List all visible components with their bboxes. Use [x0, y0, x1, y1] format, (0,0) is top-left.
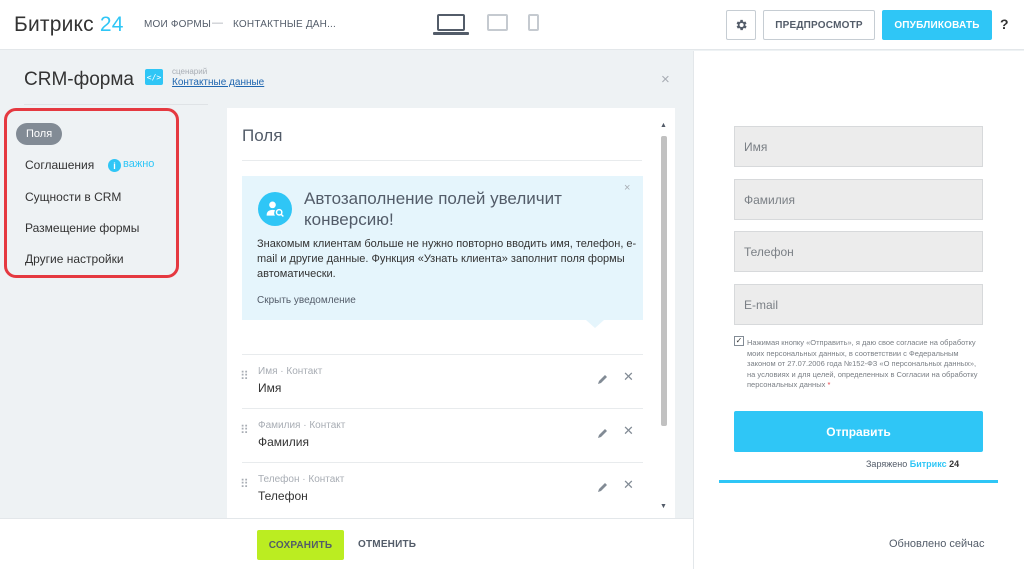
card-divider: [242, 160, 642, 161]
save-button[interactable]: СОХРАНИТЬ: [257, 530, 344, 560]
form-preview: Имя Фамилия Телефон E-mail ✓ Нажимая кно…: [693, 51, 1024, 569]
field-name: Телефон: [258, 489, 308, 503]
preview-surname-field[interactable]: Фамилия: [734, 179, 983, 220]
breadcrumb-separator: —: [212, 17, 223, 29]
breadcrumb-current-form[interactable]: КОНТАКТНЫЕ ДАН...: [233, 19, 336, 30]
logo-number: 24: [99, 13, 124, 36]
preview-submit-button[interactable]: Отправить: [734, 411, 983, 452]
title-divider: [24, 104, 208, 105]
delete-icon[interactable]: ✕: [623, 423, 634, 439]
nav-item-agreements[interactable]: Соглашения: [25, 158, 94, 172]
drag-handle-icon[interactable]: ⠿: [240, 370, 249, 382]
field-row[interactable]: ⠿ Телефон · Контакт Телефон ✕: [240, 462, 643, 516]
delete-icon[interactable]: ✕: [623, 369, 634, 385]
scenario-caption: сценарий: [172, 67, 208, 76]
powered-by[interactable]: Заряжено Битрикс 24: [866, 459, 959, 469]
field-caption: Телефон · Контакт: [258, 474, 345, 485]
field-caption: Фамилия · Контакт: [258, 420, 346, 431]
close-icon[interactable]: ×: [661, 71, 670, 88]
scroll-up-icon[interactable]: ▲: [660, 122, 667, 129]
phone-icon[interactable]: [528, 14, 539, 31]
scroll-thumb[interactable]: [661, 136, 667, 426]
delete-icon[interactable]: ✕: [623, 477, 634, 493]
hint-title: Автозаполнение полей увеличит конверсию!: [304, 189, 562, 229]
updated-status: Обновлено сейчас: [889, 538, 985, 550]
field-name: Имя: [258, 381, 282, 395]
scenario-link[interactable]: Контактные данные: [172, 77, 264, 88]
info-icon: i: [108, 159, 121, 172]
top-bar: Битрикс 24 МОИ ФОРМЫ — КОНТАКТНЫЕ ДАН...…: [0, 0, 1024, 50]
preview-email-field[interactable]: E-mail: [734, 284, 983, 325]
logo-text: Битрикс: [14, 13, 94, 36]
card-title: Поля: [242, 126, 283, 145]
preview-name-field[interactable]: Имя: [734, 126, 983, 167]
page-title: CRM-форма: [24, 69, 134, 90]
hint-text: Знакомым клиентам больше не нужно повтор…: [257, 238, 637, 280]
consent-text: Нажимая кнопку «Отправить», я даю свое с…: [747, 338, 983, 391]
fields-card: Поля Автозаполнение полей увеличит конве…: [227, 108, 675, 519]
required-mark: *: [827, 380, 831, 389]
help-icon[interactable]: ?: [1000, 16, 1009, 32]
consent-checkbox[interactable]: ✓: [734, 336, 744, 346]
user-search-icon: [258, 192, 292, 226]
editor-panel: CRM-форма </> сценарий Контактные данные…: [0, 51, 693, 519]
important-label: важно: [123, 158, 155, 170]
hint-close-icon[interactable]: ×: [624, 182, 630, 194]
nav-item-crm-entities[interactable]: Сущности в CRM: [25, 190, 121, 204]
powered-prefix: Заряжено: [866, 459, 908, 469]
drag-handle-icon[interactable]: ⠿: [240, 478, 249, 490]
tablet-icon[interactable]: [487, 14, 508, 31]
cancel-button[interactable]: ОТМЕНИТЬ: [358, 539, 416, 550]
scrollbar[interactable]: ▲ ▼: [659, 122, 669, 514]
drag-handle-icon[interactable]: ⠿: [240, 424, 249, 436]
consent-body: Нажимая кнопку «Отправить», я даю свое с…: [747, 338, 978, 389]
bottom-bar: СОХРАНИТЬ ОТМЕНИТЬ: [0, 518, 693, 569]
code-icon: </>: [145, 69, 163, 85]
settings-button[interactable]: [726, 10, 756, 40]
breadcrumb-my-forms[interactable]: МОИ ФОРМЫ: [144, 19, 211, 30]
scroll-down-icon[interactable]: ▼: [660, 503, 667, 510]
field-name: Фамилия: [258, 435, 309, 449]
gear-icon: [736, 19, 747, 31]
publish-button[interactable]: ОПУБЛИКОВАТЬ: [882, 10, 992, 40]
field-caption: Имя · Контакт: [258, 366, 323, 377]
field-row[interactable]: ⠿ Фамилия · Контакт Фамилия ✕: [240, 408, 643, 462]
laptop-icon[interactable]: [433, 14, 469, 35]
logo[interactable]: Битрикс 24: [14, 13, 124, 37]
pencil-icon[interactable]: [596, 480, 610, 494]
nav-item-form-placement[interactable]: Размещение формы: [25, 221, 139, 235]
hide-hint-link[interactable]: Скрыть уведомление: [257, 295, 356, 306]
autofill-hint: Автозаполнение полей увеличит конверсию!…: [242, 176, 643, 328]
nav-item-other-settings[interactable]: Другие настройки: [25, 252, 124, 266]
powered-number: 24: [949, 459, 960, 469]
preview-button[interactable]: ПРЕДПРОСМОТР: [763, 10, 875, 40]
preview-phone-field[interactable]: Телефон: [734, 231, 983, 272]
powered-brand: Битрикс: [909, 459, 947, 469]
field-row[interactable]: ⠿ Имя · Контакт Имя ✕: [240, 354, 643, 408]
pencil-icon[interactable]: [596, 426, 610, 440]
preview-accent-line: [719, 480, 998, 483]
pencil-icon[interactable]: [596, 372, 610, 386]
nav-item-fields[interactable]: Поля: [16, 123, 63, 145]
